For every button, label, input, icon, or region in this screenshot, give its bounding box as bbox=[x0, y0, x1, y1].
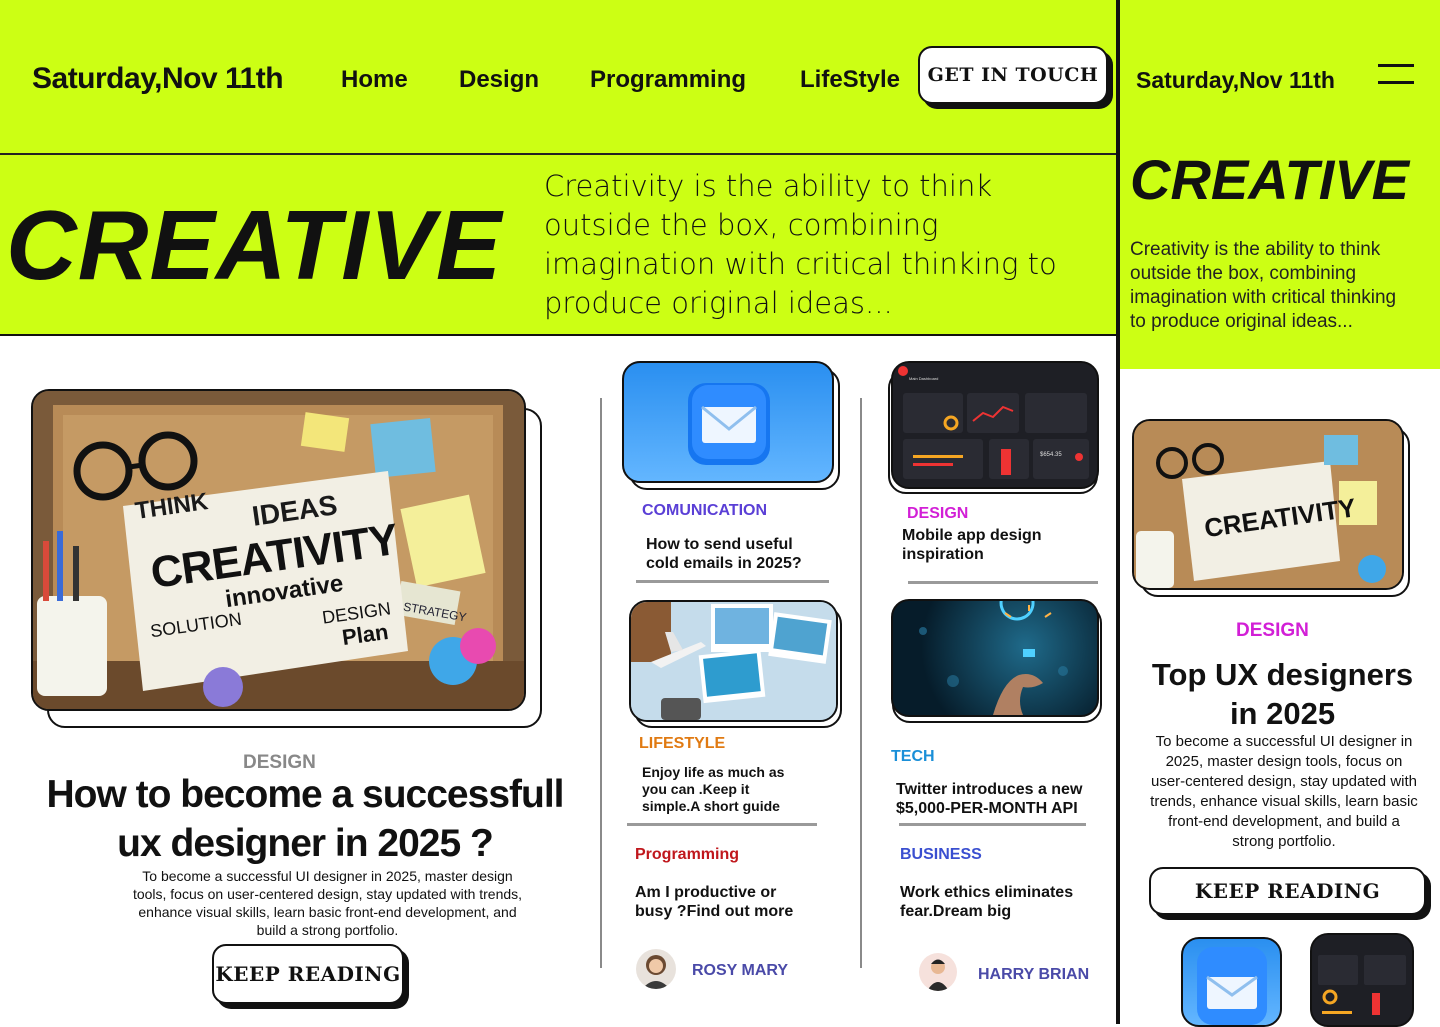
mail-app-icon bbox=[688, 383, 770, 465]
article-title-line: Mobile app design bbox=[902, 527, 1042, 544]
mobile-email-thumbnail[interactable] bbox=[1181, 937, 1282, 1027]
article-category: TECH bbox=[891, 748, 935, 765]
column-divider bbox=[860, 398, 862, 968]
email-image[interactable] bbox=[622, 361, 834, 483]
get-in-touch-button[interactable]: GET IN TOUCH bbox=[918, 46, 1108, 104]
mobile-title[interactable]: Top UX designers in 2025 bbox=[1130, 655, 1435, 733]
avatar-male-icon bbox=[927, 959, 949, 991]
article-title-line: $5,000-PER-MONTH API bbox=[896, 800, 1078, 817]
hero-line: outside the box, combining bbox=[544, 208, 939, 242]
article-title-line: fear.Dream big bbox=[900, 903, 1012, 920]
article-title[interactable]: Am I productive or busy ?Find out more bbox=[635, 883, 793, 921]
mobile-body-line: user-centered design, stay updated with bbox=[1151, 773, 1417, 790]
header-date: Saturday,Nov 11th bbox=[32, 62, 284, 95]
article-category: DESIGN bbox=[907, 505, 969, 522]
lightbulb-hand-illustration bbox=[919, 601, 1068, 715]
hero-line: Creativity is the ability to think bbox=[544, 169, 993, 203]
hero-description: Creativity is the ability to think outsi… bbox=[544, 167, 1104, 323]
mobile-keep-reading-button[interactable]: KEEP READING bbox=[1149, 867, 1426, 915]
article-category: LIFESTYLE bbox=[639, 735, 726, 752]
article-title-line: How to send useful bbox=[646, 536, 793, 553]
article-title[interactable]: Mobile app design inspiration bbox=[902, 526, 1042, 564]
hero-line: imagination with critical thinking to bbox=[544, 247, 1057, 281]
article-divider bbox=[636, 580, 829, 583]
mobile-body-line: To become a successful UI designer in bbox=[1155, 733, 1413, 750]
article-title-line: simple.A short guide bbox=[642, 798, 780, 814]
featured-body-line: To become a successful UI designer in 20… bbox=[142, 868, 513, 884]
article-title[interactable]: Twitter introduces a new $5,000-PER-MONT… bbox=[896, 780, 1082, 818]
article-divider bbox=[899, 823, 1086, 826]
mobile-hero-line: imagination with critical thinking bbox=[1130, 287, 1397, 308]
featured-title[interactable]: How to become a successfull ux designer … bbox=[0, 770, 610, 868]
article-title[interactable]: How to send useful cold emails in 2025? bbox=[646, 535, 802, 573]
nav-home[interactable]: Home bbox=[341, 66, 408, 94]
mobile-body-line: trends, enhance visual skills, learn bas… bbox=[1150, 793, 1418, 810]
mobile-category: DESIGN bbox=[1236, 620, 1309, 641]
creativity-board-illustration: CREATIVITY bbox=[1134, 421, 1402, 588]
author-name[interactable]: ROSY MARY bbox=[692, 962, 788, 980]
tech-image[interactable] bbox=[891, 599, 1099, 717]
featured-title-line: ux designer in 2025 ? bbox=[117, 822, 494, 865]
dark-dashboard-illustration bbox=[1312, 935, 1412, 1025]
mobile-body-line: strong portfolio. bbox=[1232, 833, 1336, 850]
mobile-hero-line: Creativity is the ability to think bbox=[1130, 239, 1381, 260]
article-title[interactable]: Work ethics eliminates fear.Dream big bbox=[900, 883, 1073, 921]
mobile-title-line: Top UX designers bbox=[1151, 657, 1414, 692]
article-title-line: you can .Keep it bbox=[642, 781, 750, 797]
article-title-line: inspiration bbox=[902, 546, 984, 563]
nav-programming[interactable]: Programming bbox=[590, 66, 746, 94]
dashboard-title: Main Dashboard bbox=[909, 376, 939, 381]
featured-body-line: tools, focus on user-centered design, st… bbox=[132, 886, 523, 902]
avatar-female-icon bbox=[642, 955, 670, 989]
hamburger-menu-icon[interactable] bbox=[1378, 64, 1414, 86]
author-avatar[interactable] bbox=[919, 953, 957, 991]
mobile-date: Saturday,Nov 11th bbox=[1136, 67, 1335, 93]
mobile-title-line: in 2025 bbox=[1229, 696, 1336, 731]
mobile-hero-heading: CREATIVE bbox=[1130, 148, 1409, 211]
featured-body: To become a successful UI designer in 20… bbox=[95, 867, 560, 939]
article-category: BUSINESS bbox=[900, 846, 982, 863]
featured-title-line: How to become a successfull bbox=[46, 773, 564, 816]
nav-lifestyle[interactable]: LifeStyle bbox=[800, 66, 900, 94]
mobile-body-line: front-end development, and build a bbox=[1168, 813, 1400, 830]
mobile-body-line: 2025, master design tools, focus on bbox=[1165, 753, 1403, 770]
mobile-hero-description: Creativity is the ability to think outsi… bbox=[1130, 238, 1435, 334]
article-category: Programming bbox=[635, 846, 740, 863]
featured-body-line: build a strong portfolio. bbox=[256, 922, 399, 938]
author-name[interactable]: HARRY BRIAN bbox=[978, 966, 1089, 984]
mobile-body: To become a successful UI designer in 20… bbox=[1130, 732, 1438, 852]
dashboard-value: $654.35 bbox=[1040, 452, 1062, 458]
article-category: COMUNICATION bbox=[642, 502, 768, 519]
mobile-hero-line: outside the box, combining bbox=[1130, 263, 1357, 284]
author-avatar[interactable] bbox=[636, 949, 676, 989]
article-divider bbox=[908, 581, 1098, 584]
hero-line: produce original ideas... bbox=[544, 286, 893, 320]
article-title-line: Work ethics eliminates bbox=[900, 884, 1074, 901]
article-title-line: busy ?Find out more bbox=[635, 903, 794, 920]
article-title-line: Enjoy life as much as bbox=[642, 764, 785, 780]
featured-body-line: enhance visual skills, learn basic front… bbox=[138, 904, 517, 920]
article-title-line: Twitter introduces a new bbox=[896, 781, 1083, 798]
travel-photos-illustration bbox=[631, 602, 836, 720]
mobile-dashboard-thumbnail[interactable] bbox=[1310, 933, 1414, 1027]
travel-image[interactable] bbox=[629, 600, 838, 722]
article-title-line: Am I productive or bbox=[635, 884, 777, 901]
mail-app-icon bbox=[1197, 947, 1267, 1025]
mobile-featured-image[interactable]: CREATIVITY bbox=[1132, 419, 1404, 590]
article-divider bbox=[627, 823, 817, 826]
column-divider bbox=[600, 398, 602, 968]
hero-heading: CREATIVE bbox=[6, 190, 503, 300]
article-title[interactable]: Enjoy life as much as you can .Keep it s… bbox=[642, 764, 784, 815]
featured-keep-reading-button[interactable]: KEEP READING bbox=[212, 944, 404, 1004]
nav-design[interactable]: Design bbox=[459, 66, 539, 94]
mobile-hero-line: to produce original ideas... bbox=[1130, 311, 1353, 332]
article-title-line: cold emails in 2025? bbox=[646, 555, 802, 572]
dark-dashboard-illustration bbox=[893, 363, 1097, 487]
